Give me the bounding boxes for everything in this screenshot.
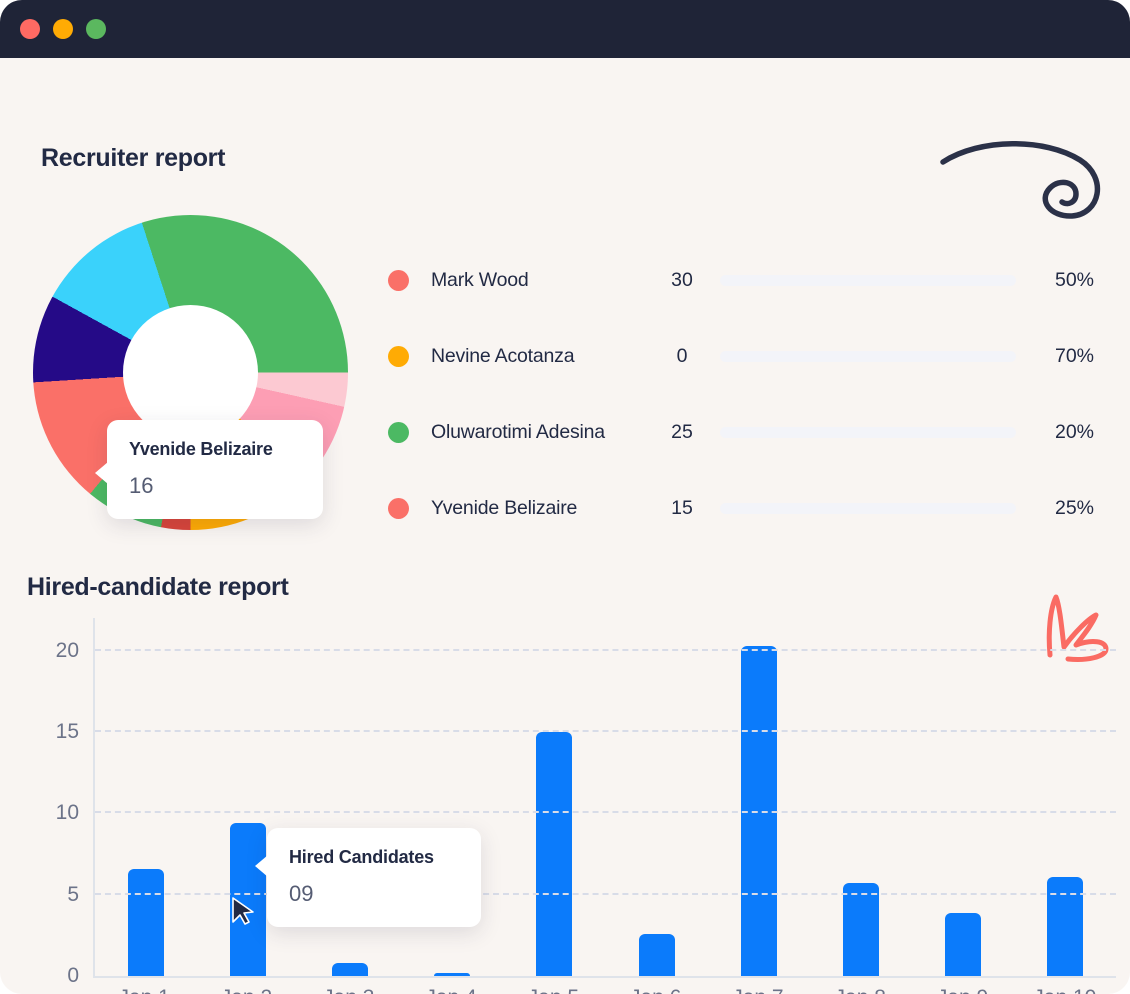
tooltip-title: Hired Candidates [289, 847, 459, 868]
bar-chart-x-axis: Jan 1Jan 2Jan 3Jan 4Jan 5Jan 6Jan 7Jan 8… [93, 986, 1116, 994]
close-button[interactable] [20, 19, 40, 39]
bar[interactable] [128, 869, 164, 976]
tooltip-value: 09 [289, 881, 459, 907]
progress-bar-track[interactable] [720, 503, 1016, 514]
x-axis-tick-label: Jan 5 [502, 986, 604, 994]
bar-slot[interactable] [708, 618, 810, 976]
minimize-button[interactable] [53, 19, 73, 39]
recruiter-stats: 30 50% 0 70% 25 20% 15 25% [660, 242, 1094, 546]
gridline: 10 [95, 811, 1116, 813]
x-axis-tick-label: Jan 9 [911, 986, 1013, 994]
bar-slot[interactable] [912, 618, 1014, 976]
legend-color-swatch [388, 498, 409, 519]
bar[interactable] [1047, 877, 1083, 976]
bar-chart-tooltip: Hired Candidates 09 [267, 828, 481, 927]
bar[interactable] [536, 732, 572, 976]
stat-percent: 20% [1038, 421, 1094, 444]
mouse-cursor-icon [231, 896, 255, 926]
window-titlebar [0, 0, 1130, 58]
maximize-button[interactable] [86, 19, 106, 39]
y-axis-tick-label: 0 [67, 964, 79, 988]
legend-item[interactable]: Oluwarotimi Adesina [388, 394, 658, 470]
hired-candidate-bar-chart: 05101520 Jan 1Jan 2Jan 3Jan 4Jan 5Jan 6J… [27, 618, 1122, 994]
stat-count: 0 [660, 345, 704, 368]
legend-color-swatch [388, 270, 409, 291]
x-axis-tick-label: Jan 10 [1014, 986, 1116, 994]
x-axis-tick-label: Jan 2 [195, 986, 297, 994]
x-axis-tick-label: Jan 3 [298, 986, 400, 994]
bar-slot[interactable] [810, 618, 912, 976]
progress-bar-track[interactable] [720, 275, 1016, 286]
y-axis-tick-label: 15 [56, 720, 79, 744]
progress-bar-track[interactable] [720, 351, 1016, 362]
swirl-decoration [940, 136, 1110, 226]
bar-slot[interactable] [605, 618, 707, 976]
x-axis-tick-label: Jan 8 [809, 986, 911, 994]
recruiter-stat-row: 30 50% [660, 242, 1094, 318]
recruiter-stat-row: 15 25% [660, 470, 1094, 546]
x-axis-tick-label: Jan 1 [93, 986, 195, 994]
x-axis-tick-label: Jan 6 [604, 986, 706, 994]
bar[interactable] [434, 973, 470, 976]
dashboard-content: Recruiter report Yvenide Belizaire 16 Ma… [0, 58, 1130, 994]
bar-slot[interactable] [95, 618, 197, 976]
stat-percent: 50% [1038, 269, 1094, 292]
recruiter-report-title: Recruiter report [41, 144, 225, 173]
gridline: 15 [95, 730, 1116, 732]
stat-count: 25 [660, 421, 704, 444]
legend-item[interactable]: Mark Wood [388, 242, 658, 318]
stat-percent: 25% [1038, 497, 1094, 520]
legend-item[interactable]: Yvenide Belizaire [388, 470, 658, 546]
tooltip-arrow-icon [255, 855, 268, 877]
y-axis-tick-label: 20 [56, 639, 79, 663]
bar[interactable] [945, 913, 981, 976]
bar-slot[interactable] [1014, 618, 1116, 976]
bar[interactable] [332, 963, 368, 976]
recruiter-stat-row: 0 70% [660, 318, 1094, 394]
legend-item-label: Yvenide Belizaire [431, 497, 577, 520]
hired-candidate-report-title: Hired-candidate report [27, 573, 289, 602]
recruiter-legend: Mark Wood Nevine Acotanza Oluwarotimi Ades… [388, 242, 658, 546]
bar[interactable] [843, 883, 879, 976]
donut-tooltip: Yvenide Belizaire 16 [107, 420, 323, 519]
gridline: 5 [95, 893, 1116, 895]
legend-color-swatch [388, 346, 409, 367]
legend-color-swatch [388, 422, 409, 443]
bar[interactable] [639, 934, 675, 976]
legend-item[interactable]: Nevine Acotanza [388, 318, 658, 394]
y-axis-tick-label: 5 [67, 883, 79, 907]
progress-bar-track[interactable] [720, 427, 1016, 438]
x-axis-tick-label: Jan 7 [707, 986, 809, 994]
y-axis-tick-label: 10 [56, 801, 79, 825]
stat-count: 15 [660, 497, 704, 520]
stat-count: 30 [660, 269, 704, 292]
x-axis-tick-label: Jan 4 [400, 986, 502, 994]
legend-item-label: Nevine Acotanza [431, 345, 574, 368]
recruiter-stat-row: 25 20% [660, 394, 1094, 470]
tooltip-value: 16 [129, 473, 301, 499]
gridline: 20 [95, 649, 1116, 651]
tooltip-arrow-icon [95, 462, 108, 484]
bar-slot[interactable] [503, 618, 605, 976]
app-window: Recruiter report Yvenide Belizaire 16 Ma… [0, 0, 1130, 994]
tooltip-title: Yvenide Belizaire [129, 439, 301, 460]
stat-percent: 70% [1038, 345, 1094, 368]
legend-item-label: Mark Wood [431, 269, 529, 292]
legend-item-label: Oluwarotimi Adesina [431, 421, 605, 444]
